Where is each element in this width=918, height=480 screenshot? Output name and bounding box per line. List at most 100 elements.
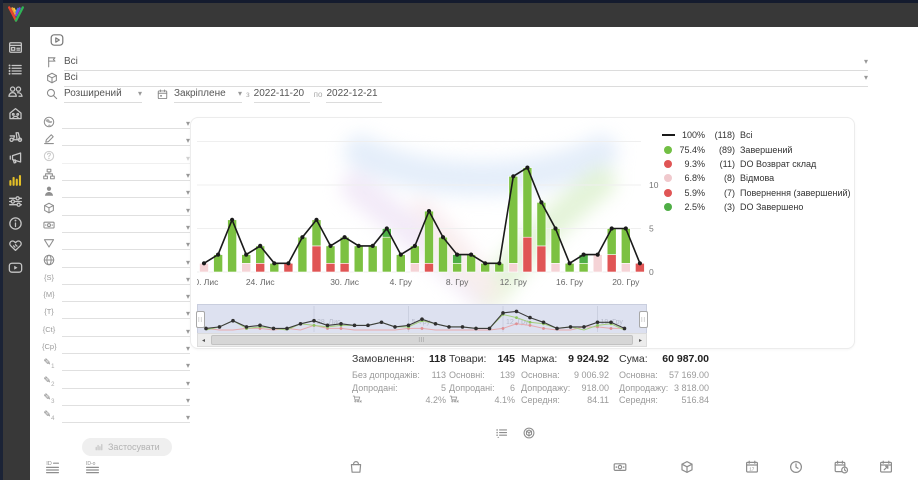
stat-row-value: 918.00 <box>581 382 609 395</box>
legend-line-marker <box>662 134 675 136</box>
sidebar-item-clients[interactable] <box>7 83 24 100</box>
chart-navigator[interactable]: 28. Лис5. Гру12. Гру19. Гру || || <box>197 304 647 334</box>
legend-label: DO Завершено <box>740 202 803 212</box>
utm-content-filter-icon: {Ct} <box>42 325 56 334</box>
structure-filter-select[interactable]: ▾ <box>62 166 190 181</box>
sidebar-item-settings[interactable] <box>7 193 24 210</box>
legend-count: (8) <box>705 173 735 183</box>
list-view-toggle-icon[interactable] <box>495 426 509 440</box>
sidebar-item-dashboard[interactable] <box>7 39 24 56</box>
clock-icon[interactable] <box>788 459 804 475</box>
sidebar-item-info[interactable] <box>7 215 24 232</box>
legend-dot-icon <box>664 203 672 211</box>
country-filter-icon <box>42 115 56 129</box>
main-content: Всі ▾ Всі ▾ Розширений ▾ Закріплене ▾ з <box>30 27 918 480</box>
custom-field-1-filter-icon: ✎1 <box>42 357 56 370</box>
help-filter-icon <box>42 149 56 163</box>
scroll-left-arrow-icon[interactable]: ◂ <box>198 334 209 346</box>
box2-icon[interactable] <box>679 459 695 475</box>
svg-text:4. Гру: 4. Гру <box>390 277 413 287</box>
scrollbar-track[interactable]: ||| <box>209 334 635 346</box>
custom-field-1-filter-select[interactable]: ▾ <box>62 356 190 371</box>
product-filter-row: Всі ▾ <box>45 70 868 86</box>
funnel-filter-select[interactable]: ▾ <box>62 235 190 250</box>
website-filter-row: ▾ <box>42 251 190 268</box>
custom-field-3-filter-row: ✎3▾ <box>42 390 190 407</box>
custom-field-3-filter-select[interactable]: ▾ <box>62 391 190 406</box>
date-to-input[interactable]: 2022-12-21 <box>326 86 382 103</box>
calendar-date-icon[interactable]: 17 <box>744 459 760 475</box>
chevron-down-icon: ▾ <box>186 344 190 353</box>
utm-campaign-filter-select[interactable]: ▾ <box>62 339 190 354</box>
date-pin-select[interactable]: Закріплене ▾ <box>174 86 242 103</box>
scrollbar-thumb[interactable]: ||| <box>211 335 633 345</box>
manager-filter-icon <box>42 184 56 198</box>
utm-medium-filter-select[interactable]: ▾ <box>62 287 190 302</box>
utm-source-filter-select[interactable]: ▾ <box>62 270 190 285</box>
legend-percent: 2.5% <box>675 202 705 212</box>
calendar-export-icon[interactable] <box>878 459 894 475</box>
navigator-left-handle[interactable]: || <box>196 311 205 328</box>
sidebar-item-analytics[interactable] <box>7 171 24 188</box>
legend-item[interactable]: 2.5%(3)DO Завершено <box>661 200 849 214</box>
utm-term-filter-select[interactable]: ▾ <box>62 304 190 319</box>
status-select[interactable]: Всі ▾ <box>64 54 868 71</box>
chevron-down-icon: ▾ <box>186 396 190 405</box>
search-mode-select[interactable]: Розширений ▾ <box>64 86 142 103</box>
payment-filter-select[interactable]: ▾ <box>62 218 190 233</box>
bag-icon[interactable] <box>348 459 364 475</box>
legend-label: Повернення (завершений) <box>740 188 851 198</box>
custom-field-2-filter-icon: ✎2 <box>42 375 56 388</box>
date-from-label: з <box>246 90 250 99</box>
banknote2-icon[interactable] <box>612 459 628 475</box>
help-filter-select[interactable]: ▾ <box>62 149 190 164</box>
app-logo-icon[interactable] <box>6 4 26 24</box>
date-to-value: 2022-12-21 <box>326 88 382 99</box>
video-help-button[interactable] <box>47 32 67 48</box>
id-list-o-icon[interactable]: ID-o <box>85 459 101 475</box>
legend-dot-icon <box>664 174 672 182</box>
legend-label: Відмова <box>740 173 774 183</box>
search-icon <box>45 87 59 101</box>
manager-filter-select[interactable]: ▾ <box>62 183 190 198</box>
sidebar-item-partners[interactable] <box>7 237 24 254</box>
stat-row-value: 113 <box>432 369 446 382</box>
custom-field-2-filter-select[interactable]: ▾ <box>62 374 190 389</box>
chevron-down-icon: ▾ <box>186 361 190 370</box>
sidebar-item-video-tutorials[interactable] <box>7 259 24 276</box>
scroll-right-arrow-icon[interactable]: ▸ <box>635 334 646 346</box>
top-accent-line <box>0 0 918 3</box>
id-list-icon[interactable]: ID <box>45 459 61 475</box>
product-view-toggle-icon[interactable] <box>522 426 536 440</box>
website-filter-select[interactable]: ▾ <box>62 253 190 268</box>
product-select[interactable]: Всі ▾ <box>64 70 868 87</box>
sidebar-item-orders[interactable] <box>7 61 24 78</box>
country-filter-select[interactable]: ▾ <box>62 114 190 129</box>
calendar-clock-icon[interactable] <box>833 459 849 475</box>
orders-chart[interactable]: 051020. Лис24. Лис30. Лис4. Гру8. Гру12.… <box>197 124 667 296</box>
stat-value: 145 <box>497 353 515 365</box>
legend-item[interactable]: 75.4%(89)Завершений <box>661 142 849 156</box>
stat-value: 9 924.92 <box>568 353 609 365</box>
chevron-down-icon: ▾ <box>864 57 868 66</box>
legend-item[interactable]: 100%(118)Всі <box>661 128 849 142</box>
apply-button[interactable]: Застосувати <box>82 438 172 456</box>
date-from-input[interactable]: 2022-11-20 <box>254 86 310 103</box>
custom-field-4-filter-select[interactable]: ▾ <box>62 408 190 423</box>
legend-item[interactable]: 6.8%(8)Відмова <box>661 171 849 185</box>
stat-row-label: Основна: <box>521 369 560 382</box>
product-filter-select[interactable]: ▾ <box>62 201 190 216</box>
stat-row-label: Без допродажів: <box>352 369 420 382</box>
top-bar <box>0 0 918 27</box>
legend-item[interactable]: 9.3%(11)DO Возврат склад <box>661 157 849 171</box>
product-select-value: Всі <box>64 72 860 83</box>
navigator-right-handle[interactable]: || <box>639 311 648 328</box>
legend-item[interactable]: 5.9%(7)Повернення (завершений) <box>661 186 849 200</box>
apply-chart-icon <box>94 442 104 452</box>
status-filter-select[interactable]: ▾ <box>62 131 190 146</box>
sidebar-item-warehouse[interactable] <box>7 105 24 122</box>
sidebar-item-delivery[interactable] <box>7 127 24 144</box>
legend-label: Всі <box>740 130 753 140</box>
sidebar-item-marketing[interactable] <box>7 149 24 166</box>
utm-content-filter-select[interactable]: ▾ <box>62 322 190 337</box>
